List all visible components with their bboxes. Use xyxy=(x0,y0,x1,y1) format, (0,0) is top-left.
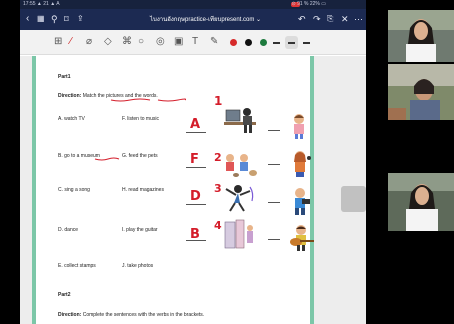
part2-direction: Direction: Complete the sentences with t… xyxy=(58,312,204,318)
picture-boy-photographing xyxy=(295,188,310,215)
page-view-icon[interactable]: ⊞ xyxy=(54,36,62,48)
part1-title: Part1 xyxy=(58,74,71,80)
picture-museum-display xyxy=(224,219,253,249)
share-icon[interactable]: ⇪ xyxy=(77,13,84,25)
stroke-thick-option[interactable] xyxy=(303,42,310,44)
option-a: A. watch TV xyxy=(58,116,85,122)
redo-icon[interactable]: ↷ xyxy=(313,13,321,25)
option-h: H. read magazines xyxy=(122,187,164,193)
number-3: 3 xyxy=(214,182,222,195)
participant-video-3 xyxy=(388,173,454,231)
laser-icon[interactable]: ✎ xyxy=(210,36,218,48)
option-j: J. take photos xyxy=(122,263,154,269)
video-tile-2[interactable] xyxy=(388,64,454,120)
shape-icon[interactable]: ○ xyxy=(138,36,144,48)
answer-2: F xyxy=(190,152,199,167)
part2-title: Part2 xyxy=(58,292,71,298)
connector-2 xyxy=(268,164,280,165)
pen-icon[interactable]: ∕ xyxy=(70,36,72,48)
picture-person-at-computer xyxy=(224,108,256,133)
status-indicators: ⊙ 91 % 22% ▭ xyxy=(291,1,327,7)
participant-video-1 xyxy=(388,10,454,62)
eraser-icon[interactable]: ◇ xyxy=(104,36,112,48)
connector-4 xyxy=(268,239,280,240)
picture-person-dancing xyxy=(225,185,254,212)
text-icon[interactable]: T xyxy=(192,36,198,48)
answer-3: D xyxy=(190,189,201,204)
status-bar: 17:55 ▲ 21 ▲ A ⊙ 91 % 22% ▭ xyxy=(20,0,366,9)
participant-video-2 xyxy=(388,64,454,120)
export-icon[interactable]: ⎘ xyxy=(327,13,333,25)
worksheet-page[interactable]: Part1 Direction: Match the pictures and … xyxy=(32,56,314,324)
connector-1 xyxy=(268,130,280,131)
stroke-medium-option[interactable] xyxy=(288,42,295,44)
color-green-swatch[interactable] xyxy=(260,39,267,46)
picture-girl-singing xyxy=(294,151,311,177)
option-d: D. dance xyxy=(58,227,79,233)
answer-line-3 xyxy=(186,204,206,205)
bookmark-icon[interactable]: ⌑ xyxy=(64,13,69,25)
connector-3 xyxy=(268,202,280,203)
picture-boy-guitar xyxy=(290,225,314,251)
answer-1: A xyxy=(190,117,201,132)
option-e: E. collect stamps xyxy=(58,263,96,269)
grid-icon[interactable]: ▦ xyxy=(37,13,45,25)
part2-direction-text: Complete the sentences with the verbs in… xyxy=(81,312,205,318)
screen: 17:55 ▲ 21 ▲ A ⊙ 91 % 22% ▭ ‹ ▦ ⚲ ⌑ ⇪ ไบ… xyxy=(0,0,454,324)
status-time: 17:55 ▲ 21 ▲ A xyxy=(23,1,60,7)
video-tile-3[interactable] xyxy=(388,173,454,231)
stroke-thin-option[interactable] xyxy=(273,42,280,44)
annotation-toolbar: ⊞ ∕ ⌀ ◇ ⌘ ○ ◎ ▣ T ✎ xyxy=(20,30,366,55)
color-black-swatch[interactable] xyxy=(245,39,252,46)
picture-children-with-pets xyxy=(226,154,257,177)
chevron-left-icon[interactable]: ‹ xyxy=(26,13,29,25)
undo-icon[interactable]: ↶ xyxy=(298,13,306,25)
answer-line-2 xyxy=(186,167,206,168)
direction-underline-ink xyxy=(110,98,186,102)
picture-girl-listening xyxy=(294,114,304,139)
option-c: C. sing a song xyxy=(58,187,90,193)
video-tile-1[interactable] xyxy=(388,10,454,62)
image-icon[interactable]: ▣ xyxy=(174,36,183,48)
more-icon[interactable]: ⋯ xyxy=(354,13,363,25)
document-title[interactable]: ไบงานอังกฤษpractice-เทียบpresent.com ⌄ xyxy=(150,14,261,24)
color-red-swatch[interactable] xyxy=(230,39,237,46)
museum-underline-ink xyxy=(94,157,120,161)
sticker-icon[interactable]: ◎ xyxy=(156,36,165,48)
direction-label: Direction: xyxy=(58,93,82,99)
lasso-icon[interactable]: ⌘ xyxy=(122,36,132,48)
answer-line-1 xyxy=(186,132,206,133)
app-topbar: ‹ ▦ ⚲ ⌑ ⇪ ไบงานอังกฤษpractice-เทียบprese… xyxy=(20,9,366,30)
highlighter-icon[interactable]: ⌀ xyxy=(86,36,92,48)
part2-direction-label: Direction: xyxy=(58,312,82,318)
number-4: 4 xyxy=(214,219,222,232)
close-icon[interactable]: ✕ xyxy=(341,13,349,25)
option-i: I. play the guitar xyxy=(122,227,158,233)
option-f: F. listen to music xyxy=(122,116,159,122)
number-2: 2 xyxy=(214,151,222,164)
answer-4: B xyxy=(190,227,200,242)
search-icon[interactable]: ⚲ xyxy=(51,13,58,25)
option-g: G. feed the pets xyxy=(122,153,158,159)
sidebar-handle[interactable] xyxy=(341,186,366,212)
